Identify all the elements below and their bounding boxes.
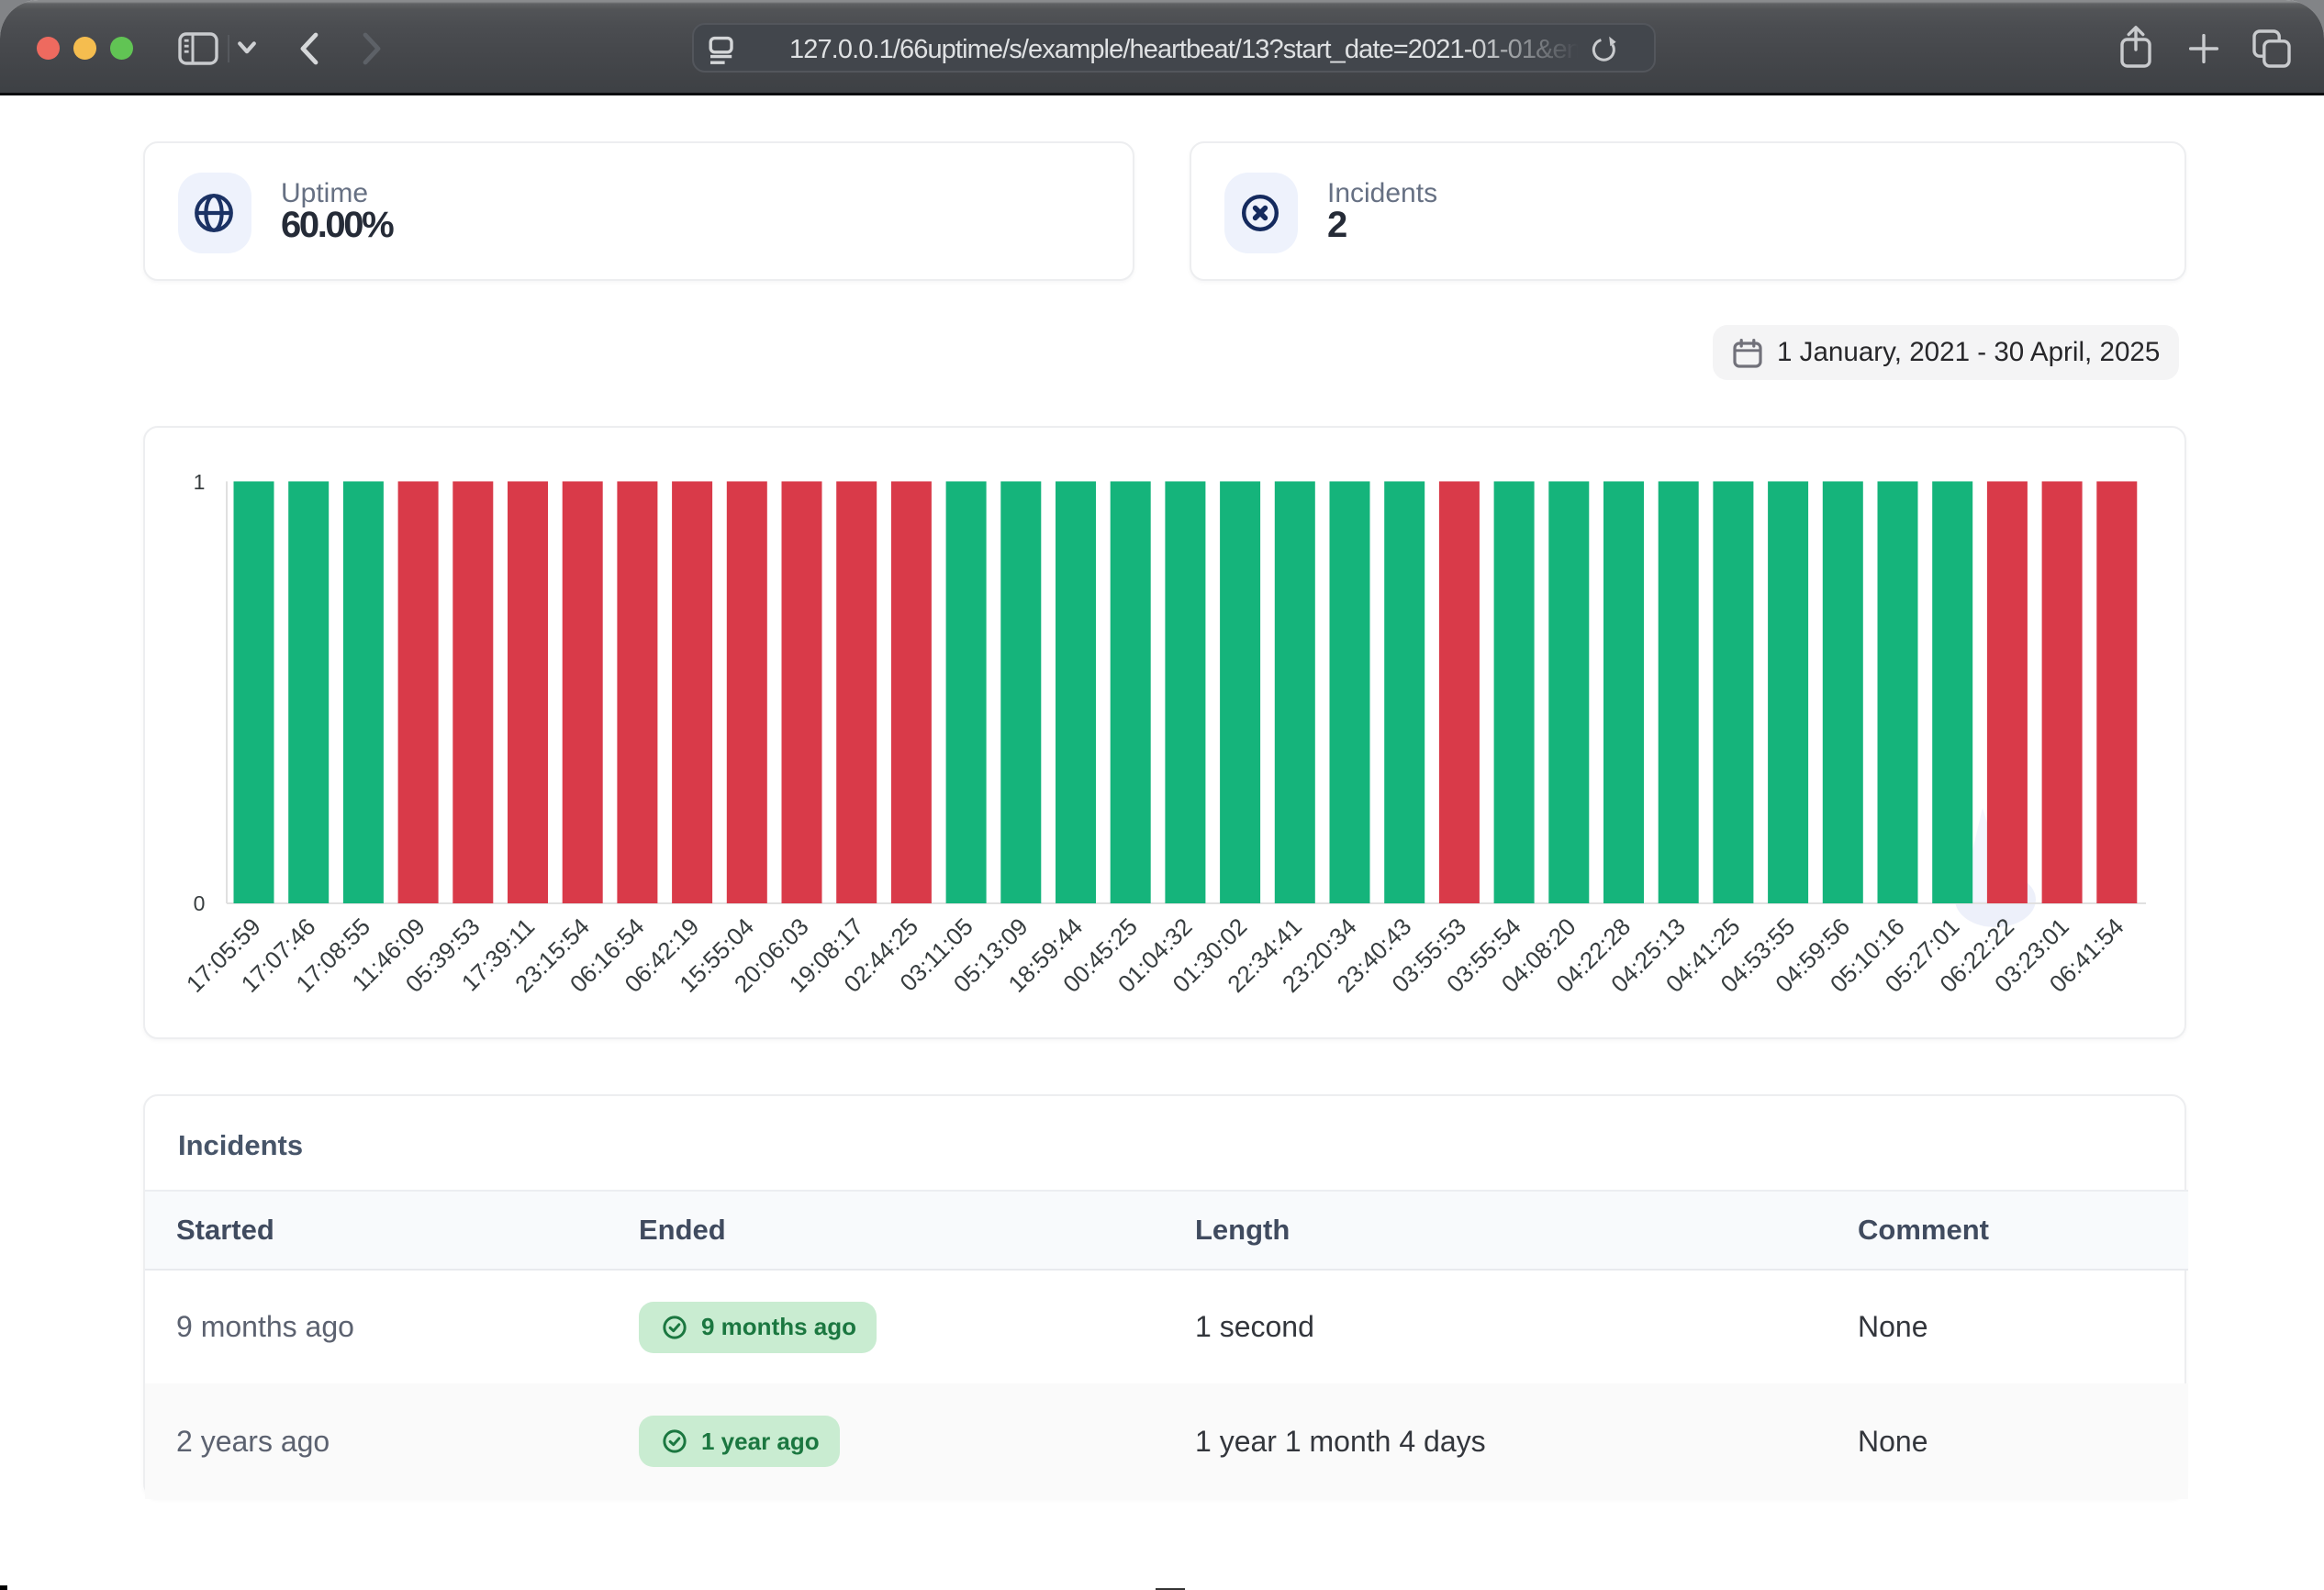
- svg-text:0: 0: [194, 891, 206, 915]
- svg-text:1: 1: [194, 470, 206, 494]
